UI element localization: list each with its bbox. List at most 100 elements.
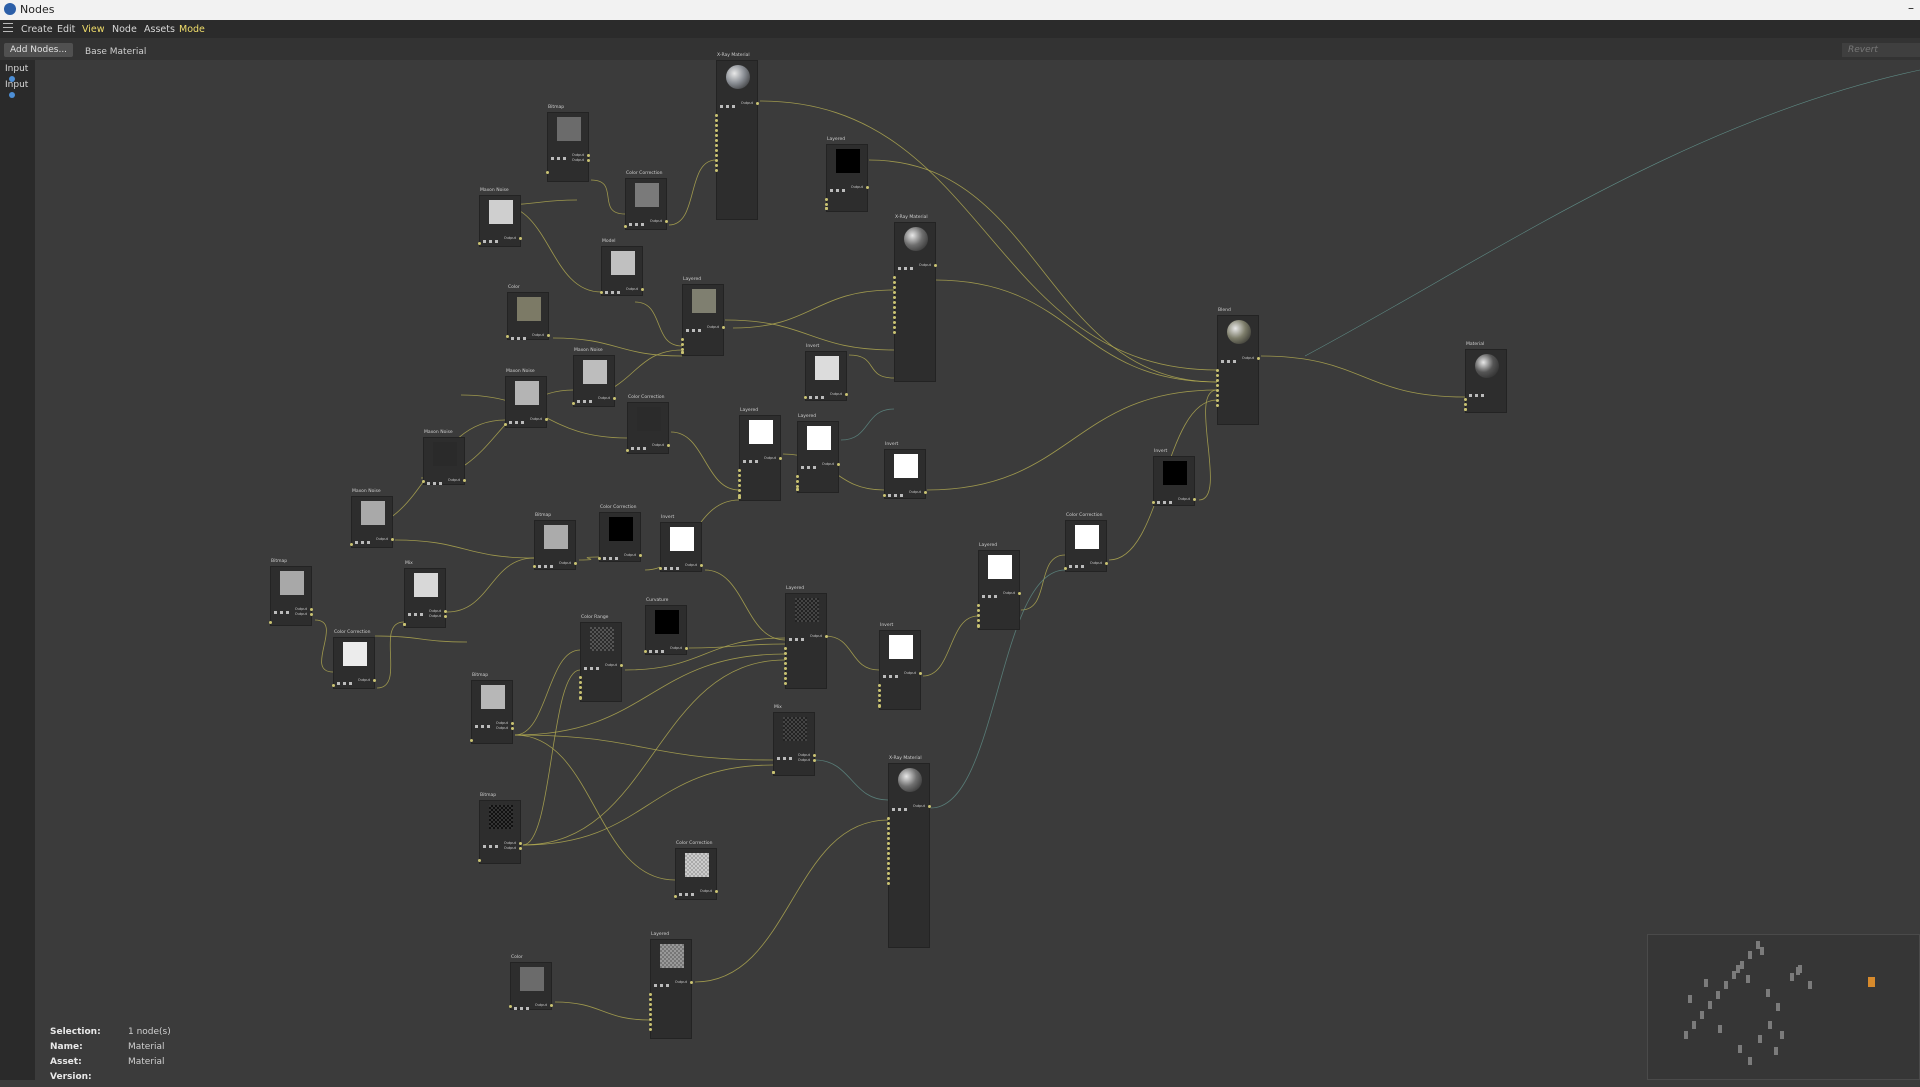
input-port[interactable] xyxy=(715,169,718,172)
output-port[interactable] xyxy=(574,562,577,565)
input-port[interactable] xyxy=(887,842,890,845)
input-port[interactable] xyxy=(1464,398,1467,401)
input-port[interactable] xyxy=(509,1005,512,1008)
input-port[interactable] xyxy=(715,144,718,147)
blend-node[interactable]: Blend Output xyxy=(1216,308,1260,425)
connection-wire[interactable] xyxy=(634,301,683,347)
input-port[interactable] xyxy=(1152,501,1155,504)
input-port[interactable] xyxy=(1216,404,1219,407)
connection-wire[interactable] xyxy=(670,431,740,491)
output-port[interactable] xyxy=(519,842,522,845)
connection-wire[interactable] xyxy=(552,337,683,357)
node-toggle-icons[interactable] xyxy=(603,545,639,560)
material-node[interactable]: Material xyxy=(1464,342,1507,413)
input-port[interactable] xyxy=(738,474,741,477)
input-port[interactable] xyxy=(887,872,890,875)
input-port[interactable] xyxy=(796,480,799,483)
input-port[interactable] xyxy=(1216,384,1219,387)
input-port[interactable] xyxy=(715,124,718,127)
input-port[interactable] xyxy=(715,149,718,152)
node-toggle-icons[interactable] xyxy=(982,583,1018,598)
input-port[interactable] xyxy=(893,286,896,289)
input-port[interactable] xyxy=(598,557,601,560)
input-port[interactable] xyxy=(1216,394,1219,397)
input-port[interactable] xyxy=(546,171,549,174)
output-port[interactable] xyxy=(779,457,782,460)
port-dot-icon[interactable] xyxy=(9,91,15,98)
output-port[interactable] xyxy=(1193,498,1196,501)
input-port[interactable] xyxy=(1216,369,1219,372)
input-port[interactable] xyxy=(738,484,741,487)
connection-wire[interactable] xyxy=(374,635,468,643)
menu-assets[interactable]: Assets xyxy=(144,24,175,35)
input-port[interactable] xyxy=(878,699,881,702)
input-port[interactable] xyxy=(659,567,662,570)
output-port[interactable] xyxy=(866,186,869,189)
input-port[interactable] xyxy=(506,335,509,338)
connection-wire[interactable] xyxy=(394,539,535,559)
layered-node[interactable]: Layered Output xyxy=(784,586,828,689)
colorcorr-node[interactable]: Color Correction Output xyxy=(598,505,642,562)
output-port[interactable] xyxy=(825,635,828,638)
output-port[interactable] xyxy=(587,159,590,162)
input-port[interactable] xyxy=(825,207,828,210)
input-port[interactable] xyxy=(887,837,890,840)
xray-node[interactable]: X-Ray Material Output xyxy=(715,53,759,220)
maxon-node[interactable]: Maxon Noise Output xyxy=(572,348,616,407)
input-port[interactable] xyxy=(579,676,582,679)
input-port[interactable] xyxy=(422,480,425,483)
bitmap-node[interactable]: Bitmap Output Output xyxy=(269,559,313,626)
menu-node[interactable]: Node xyxy=(112,24,137,35)
node-toggle-icons[interactable] xyxy=(274,599,310,614)
output-port[interactable] xyxy=(1105,562,1108,565)
input-port[interactable] xyxy=(977,604,980,607)
input-port[interactable] xyxy=(878,705,881,708)
input-port[interactable] xyxy=(893,296,896,299)
input-port[interactable] xyxy=(649,1028,652,1031)
input-port[interactable] xyxy=(269,621,272,624)
input-port[interactable] xyxy=(878,684,881,687)
output-port[interactable] xyxy=(310,613,313,616)
input-port[interactable] xyxy=(649,1013,652,1016)
output-port[interactable] xyxy=(519,847,522,850)
input-port[interactable] xyxy=(784,677,787,680)
node-toggle-icons[interactable] xyxy=(743,448,779,463)
output-port[interactable] xyxy=(667,444,670,447)
invert-node[interactable]: Invert Output xyxy=(883,442,927,499)
invert-node[interactable]: Invert Output xyxy=(1152,449,1196,506)
node-toggle-icons[interactable] xyxy=(830,177,866,192)
output-port[interactable] xyxy=(700,564,703,567)
invert-node[interactable]: Invert Output xyxy=(804,344,848,401)
connection-wire[interactable] xyxy=(514,734,774,761)
input-port[interactable] xyxy=(796,475,799,478)
input-port[interactable] xyxy=(887,817,890,820)
input-port[interactable] xyxy=(1464,408,1467,411)
input-port[interactable] xyxy=(649,1008,652,1011)
node-toggle-icons[interactable] xyxy=(511,325,547,340)
input-port[interactable] xyxy=(883,494,886,497)
node-toggle-icons[interactable] xyxy=(898,255,934,270)
input-port[interactable] xyxy=(681,351,684,354)
node-toggle-icons[interactable] xyxy=(789,626,825,641)
input-port[interactable] xyxy=(674,895,677,898)
menu-create[interactable]: Create xyxy=(21,24,53,35)
maxon-node[interactable]: Maxon Noise Output xyxy=(422,430,466,485)
output-port[interactable] xyxy=(690,981,693,984)
input-port[interactable] xyxy=(893,331,896,334)
bitmap-node[interactable]: Bitmap Output Output xyxy=(470,673,514,744)
input-port[interactable] xyxy=(624,225,627,228)
connection-wire[interactable] xyxy=(314,619,334,673)
output-port[interactable] xyxy=(613,397,616,400)
input-port[interactable]: Input xyxy=(5,80,35,100)
input-port[interactable] xyxy=(784,682,787,685)
input-port[interactable] xyxy=(887,867,890,870)
input-port[interactable] xyxy=(350,543,353,546)
output-port[interactable] xyxy=(919,672,922,675)
input-port[interactable] xyxy=(600,291,603,294)
menu-view[interactable]: View xyxy=(82,24,105,35)
output-port[interactable] xyxy=(550,1004,553,1007)
input-port[interactable] xyxy=(893,291,896,294)
minimap[interactable] xyxy=(1647,934,1920,1080)
input-port[interactable] xyxy=(977,614,980,617)
node-toggle-icons[interactable] xyxy=(337,670,373,685)
